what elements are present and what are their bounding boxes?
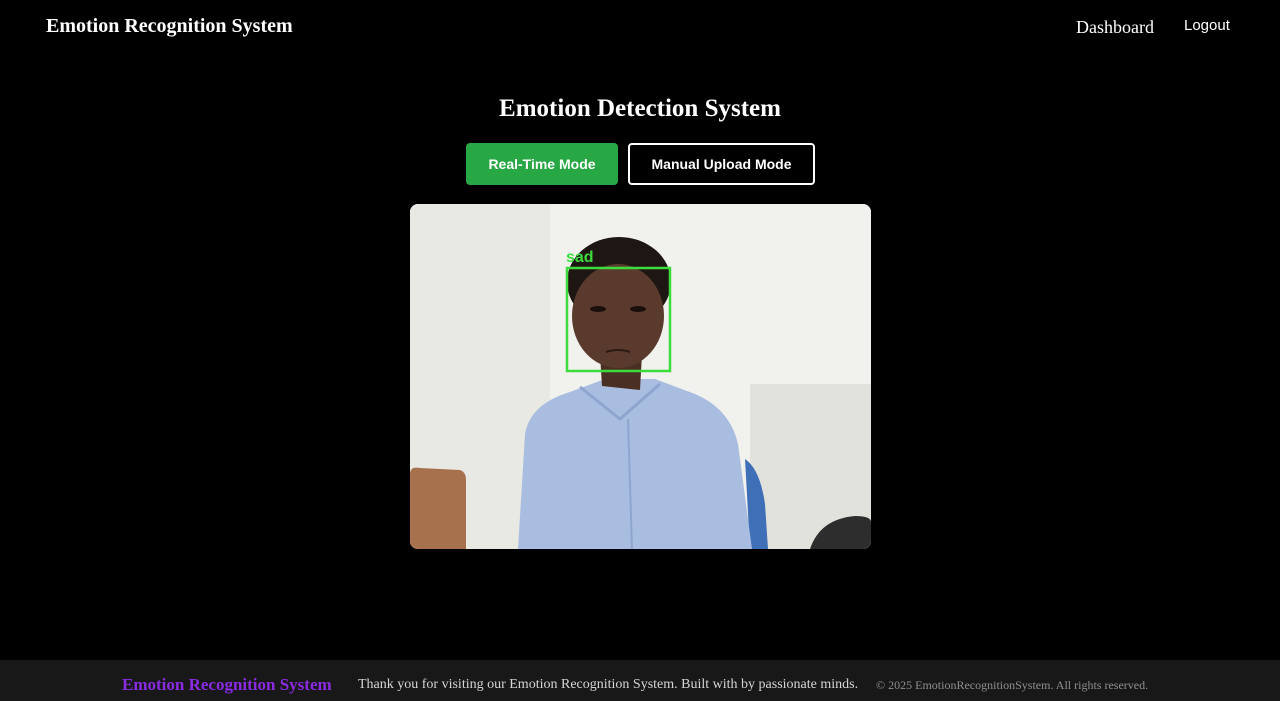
emotion-label: sad <box>566 249 594 266</box>
webcam-image: sad <box>410 204 871 549</box>
nav-link-dashboard[interactable]: Dashboard <box>1076 17 1154 38</box>
navbar: Emotion Recognition System Dashboard Log… <box>0 0 1280 56</box>
nav-link-logout[interactable]: Logout <box>1184 17 1230 34</box>
brand-title[interactable]: Emotion Recognition System <box>46 15 293 38</box>
manual-upload-mode-button[interactable]: Manual Upload Mode <box>628 143 815 185</box>
mode-switch: Real-Time Mode Manual Upload Mode <box>466 143 815 185</box>
realtime-mode-button[interactable]: Real-Time Mode <box>466 143 618 185</box>
page-title: Emotion Detection System <box>499 95 781 122</box>
footer-message: Thank you for visiting our Emotion Recog… <box>358 677 859 692</box>
footer-copyright: © 2025 EmotionRecognitionSystem. All rig… <box>876 678 1149 692</box>
webcam-feed: sad <box>410 204 871 549</box>
footer-brand: Emotion Recognition System <box>122 675 332 694</box>
footer: Emotion Recognition System Thank you for… <box>0 660 1280 701</box>
